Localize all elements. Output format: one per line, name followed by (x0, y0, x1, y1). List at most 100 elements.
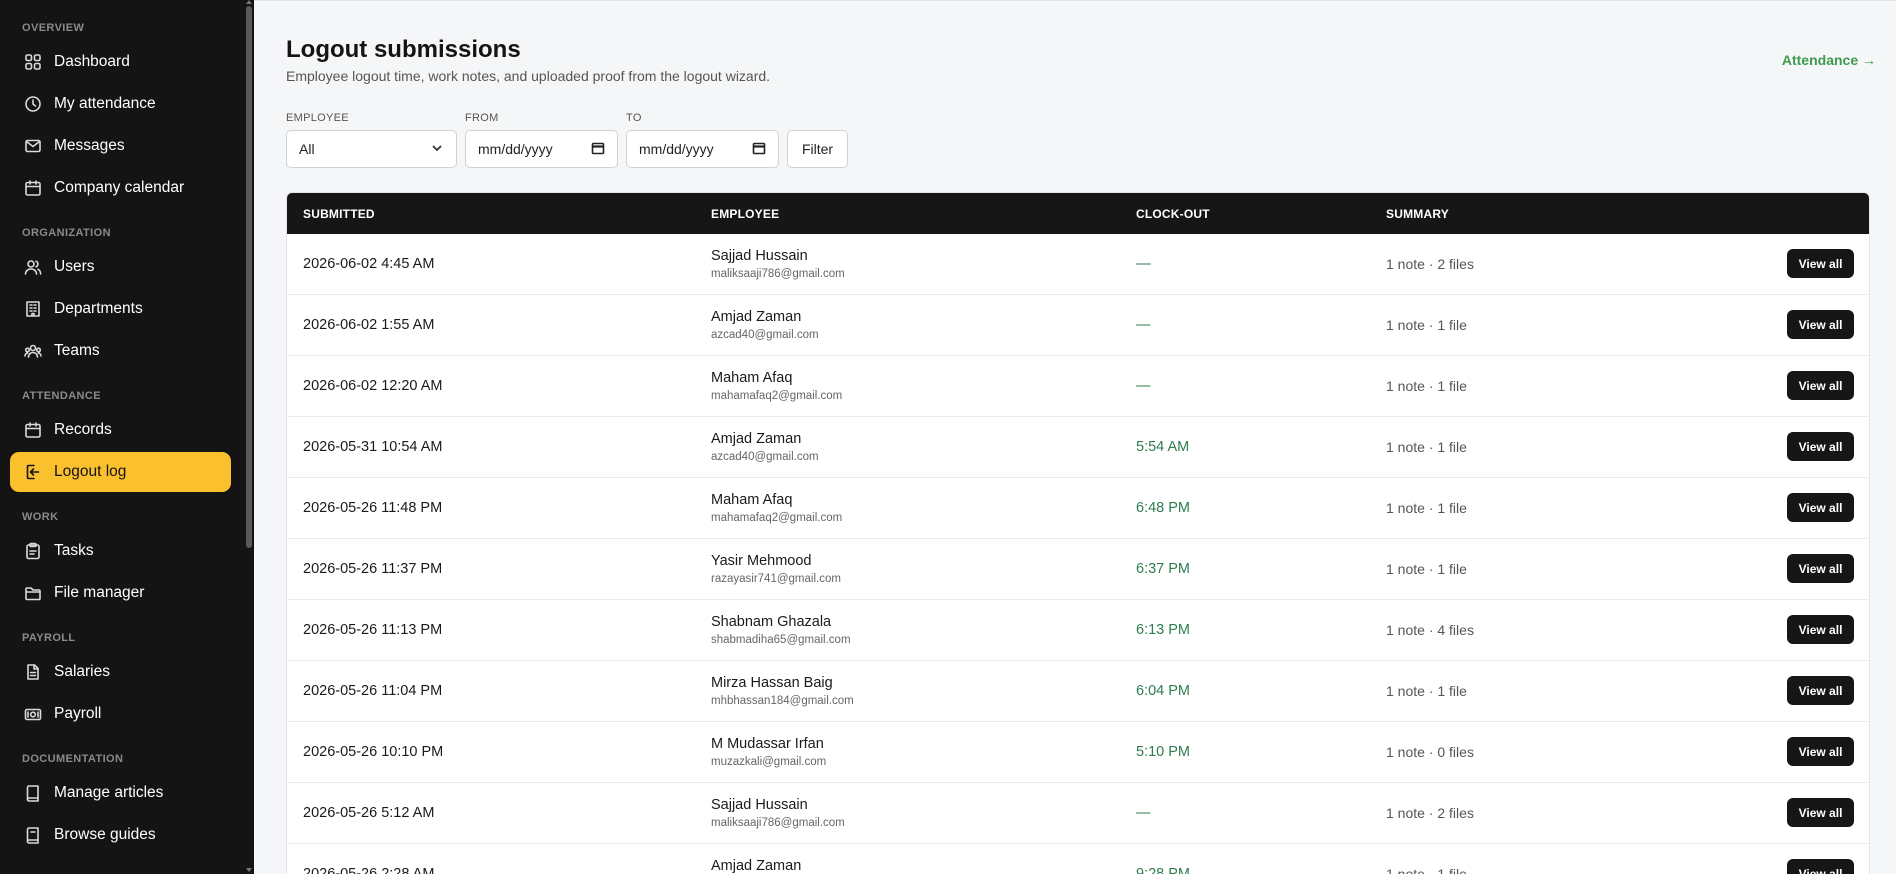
sidebar-item-messages[interactable]: Messages (10, 126, 231, 166)
clock-out-cell: 5:54 AM (1136, 439, 1190, 455)
employee-name: Amjad Zaman (711, 309, 802, 325)
clock-out-cell: — (1136, 256, 1151, 272)
sidebar-item-label: Company calendar (54, 179, 185, 196)
sidebar-item-users[interactable]: Users (10, 247, 231, 287)
logout-icon (24, 463, 42, 481)
sidebar-item-records[interactable]: Records (10, 410, 231, 450)
employee-select[interactable]: All (286, 130, 457, 168)
sidebar-item-label: Logout log (54, 463, 127, 480)
from-date-label: FROM (465, 112, 499, 124)
view-all-button[interactable]: View all (1787, 737, 1854, 766)
sidebar-item-label: File manager (54, 584, 145, 601)
sidebar-item-payroll[interactable]: Payroll (10, 694, 231, 734)
sidebar-item-company-calendar[interactable]: Company calendar (10, 168, 231, 208)
scroll-down-arrow-icon[interactable] (246, 868, 252, 872)
section-label-documentation: DOCUMENTATION (22, 753, 124, 765)
sidebar-item-label: Tasks (54, 542, 94, 559)
folder-icon (24, 584, 42, 602)
view-all-button[interactable]: View all (1787, 676, 1854, 705)
employee-email: azcad40@gmail.com (711, 451, 819, 463)
grid-icon (24, 53, 42, 71)
view-all-button[interactable]: View all (1787, 310, 1854, 339)
employee-name: M Mudassar Irfan (711, 736, 824, 752)
sidebar-item-departments[interactable]: Departments (10, 289, 231, 329)
employee-email: maliksaaji786@gmail.com (711, 268, 845, 280)
sidebar-item-my-attendance[interactable]: My attendance (10, 84, 231, 124)
summary-cell: 1 note · 1 file (1386, 500, 1467, 516)
summary-cell: 1 note · 1 file (1386, 378, 1467, 394)
submitted-cell: 2026-05-26 2:28 AM (303, 866, 435, 874)
book-open-icon (24, 826, 42, 844)
sidebar-item-label: Dashboard (54, 53, 130, 70)
logout-table: SUBMITTED EMPLOYEE CLOCK-OUT SUMMARY 202… (286, 192, 1870, 874)
scrollbar-thumb[interactable] (246, 6, 252, 548)
from-date-placeholder: mm/dd/yyyy (478, 141, 553, 157)
table-row: 2026-05-26 11:48 PM Maham Afaq mahamafaq2@… (287, 478, 1869, 539)
building-icon (24, 300, 42, 318)
clock-out-cell: — (1136, 317, 1151, 333)
summary-cell: 1 note · 1 file (1386, 683, 1467, 699)
view-all-button[interactable]: View all (1787, 859, 1854, 874)
clock-out-cell: — (1136, 805, 1151, 821)
scroll-up-arrow-icon[interactable] (246, 0, 252, 4)
sidebar-item-manage-articles[interactable]: Manage articles (10, 773, 231, 813)
submitted-cell: 2026-05-26 11:13 PM (303, 622, 443, 638)
team-icon (24, 342, 42, 360)
sidebar-item-label: Salaries (54, 663, 110, 680)
column-header-employee[interactable]: EMPLOYEE (711, 207, 779, 221)
column-header-submitted[interactable]: SUBMITTED (303, 207, 375, 221)
sidebar-item-salaries[interactable]: Salaries (10, 652, 231, 692)
sidebar: OVERVIEW Dashboard My attendance Message… (0, 0, 254, 874)
sidebar-item-teams[interactable]: Teams (10, 331, 231, 371)
users-icon (24, 258, 42, 276)
clock-out-cell: 6:48 PM (1136, 500, 1190, 516)
employee-name: Amjad Zaman (711, 431, 802, 447)
filter-button[interactable]: Filter (787, 130, 848, 168)
sidebar-item-label: My attendance (54, 95, 156, 112)
clock-out-cell: 9:28 PM (1136, 866, 1190, 874)
attendance-link[interactable]: Attendance → (1782, 52, 1876, 68)
calendar-picker-icon[interactable] (752, 141, 766, 158)
table-row: 2026-05-26 10:10 PM M Mudassar Irfan muzaz… (287, 722, 1869, 783)
employee-email: razayasir741@gmail.com (711, 573, 841, 585)
calendar-picker-icon[interactable] (591, 141, 605, 158)
view-all-button[interactable]: View all (1787, 615, 1854, 644)
view-all-button[interactable]: View all (1787, 554, 1854, 583)
to-date-input[interactable]: mm/dd/yyyy (626, 130, 779, 168)
employee-email: shabmadiha65@gmail.com (711, 634, 851, 646)
employee-name: Sajjad Hussain (711, 248, 808, 264)
sidebar-item-browse-guides[interactable]: Browse guides (10, 815, 231, 855)
sidebar-item-dashboard[interactable]: Dashboard (10, 42, 231, 82)
view-all-button[interactable]: View all (1787, 493, 1854, 522)
submitted-cell: 2026-06-02 1:55 AM (303, 317, 435, 333)
sidebar-item-tasks[interactable]: Tasks (10, 531, 231, 571)
chevron-down-icon (430, 141, 444, 158)
column-header-summary[interactable]: SUMMARY (1386, 207, 1449, 221)
clock-out-cell: 6:04 PM (1136, 683, 1190, 699)
employee-name: Yasir Mehmood (711, 553, 812, 569)
sidebar-scrollbar[interactable] (245, 0, 253, 874)
view-all-button[interactable]: View all (1787, 249, 1854, 278)
view-all-button[interactable]: View all (1787, 371, 1854, 400)
view-all-button[interactable]: View all (1787, 432, 1854, 461)
employee-name: Amjad Zaman (711, 858, 802, 874)
sidebar-item-file-manager[interactable]: File manager (10, 573, 231, 613)
summary-cell: 1 note · 4 files (1386, 622, 1474, 638)
table-row: 2026-05-26 11:37 PM Yasir Mehmood razayasi… (287, 539, 1869, 600)
submitted-cell: 2026-05-26 11:37 PM (303, 561, 443, 577)
table-row: 2026-05-31 10:54 AM Amjad Zaman azcad40@gm… (287, 417, 1869, 478)
summary-cell: 1 note · 2 files (1386, 256, 1474, 272)
sidebar-item-label: Browse guides (54, 826, 156, 843)
submitted-cell: 2026-06-02 4:45 AM (303, 256, 435, 272)
column-header-clock-out[interactable]: CLOCK-OUT (1136, 207, 1210, 221)
section-label-organization: ORGANIZATION (22, 227, 111, 239)
clock-out-cell: — (1136, 378, 1151, 394)
table-header: SUBMITTED EMPLOYEE CLOCK-OUT SUMMARY (287, 193, 1869, 234)
sidebar-item-label: Teams (54, 342, 100, 359)
table-row: 2026-05-26 2:28 AMAmjad Zamanazcad40@gma… (287, 844, 1869, 874)
employee-name: Mirza Hassan Baig (711, 675, 833, 691)
sidebar-item-logout-log[interactable]: Logout log (10, 452, 231, 492)
view-all-button[interactable]: View all (1787, 798, 1854, 827)
document-icon (24, 663, 42, 681)
from-date-input[interactable]: mm/dd/yyyy (465, 130, 618, 168)
